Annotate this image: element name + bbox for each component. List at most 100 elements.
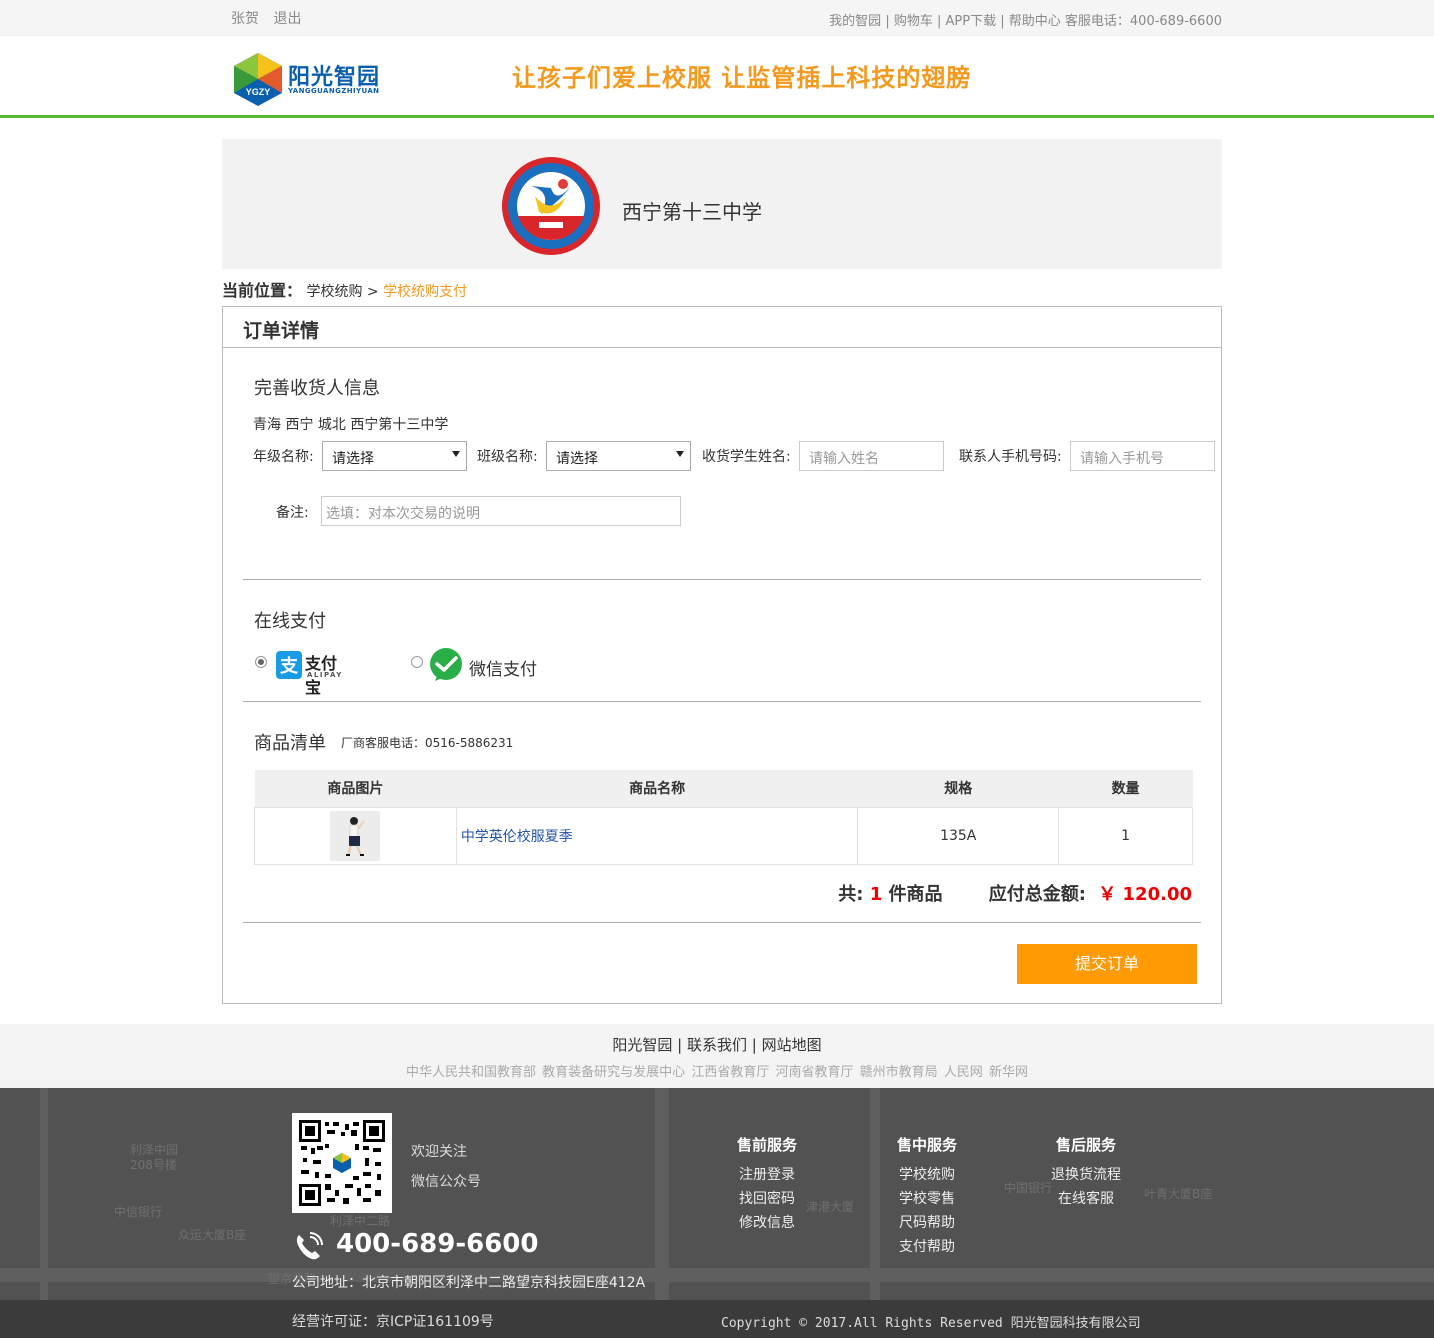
aftersale-link[interactable]: 在线客服 xyxy=(1051,1187,1121,1211)
wechat-pay-icon xyxy=(430,648,462,681)
logout-link[interactable]: 退出 xyxy=(273,11,301,27)
alipay-icon: 支 xyxy=(276,651,302,679)
company-address: 公司地址：北京市朝阳区利泽中二路望京科技园E座412A xyxy=(292,1275,646,1291)
onsale-link[interactable]: 学校统购 xyxy=(897,1163,957,1187)
friend-links: 中华人民共和国教育部 教育装备研究与发展中心 江西省教育厅 河南省教育厅 赣州市… xyxy=(0,1055,1434,1080)
wechat-radio[interactable] xyxy=(411,656,423,668)
col-header-spec: 规格 xyxy=(857,770,1059,807)
aftersale-link[interactable]: 退换货流程 xyxy=(1051,1163,1121,1187)
student-uniform-image xyxy=(330,810,381,861)
map-label: 利泽中二路 xyxy=(330,1214,391,1228)
map-label: 津港大厦 xyxy=(806,1200,855,1214)
map-label: 208号楼 xyxy=(130,1158,177,1172)
total-suffix: 件商品 xyxy=(888,884,943,905)
remark-input[interactable]: 选填：对本次交易的说明 xyxy=(321,496,681,526)
follow-line-2: 微信公众号 xyxy=(411,1174,481,1190)
goods-table: 商品图片 商品名称 规格 数量 中学英伦校服夏季 135A 1 xyxy=(254,770,1193,865)
order-panel: 订单详情 完善收货人信息 青海 西宁 城北 西宁第十三中学 年级名称: 请选择 … xyxy=(222,306,1222,1004)
presale-link[interactable]: 注册登录 xyxy=(737,1163,797,1187)
alipay-subtext: ALIPAY xyxy=(307,671,343,679)
help-center-link[interactable]: 帮助中心 xyxy=(1009,14,1061,29)
school-emblem-icon xyxy=(502,157,600,255)
presale-title: 售前服务 xyxy=(737,1136,798,1154)
icp-license: 经营许可证：京ICP证161109号 xyxy=(292,1314,494,1330)
hotline-text: 客服电话：400-689-6600 xyxy=(1064,14,1222,29)
sitemap-link[interactable]: 网站地图 xyxy=(762,1036,822,1054)
aftersale-column: 售后服务 退换货流程 在线客服 xyxy=(1051,1133,1121,1211)
total-prefix: 共: xyxy=(838,884,864,905)
cart-link[interactable]: 购物车 xyxy=(894,14,933,29)
product-name[interactable]: 中学英伦校服夏季 xyxy=(455,806,859,865)
breadcrumb-parent[interactable]: 学校统购 xyxy=(306,284,362,300)
student-name-input[interactable]: 请输入姓名 xyxy=(799,441,944,471)
top-nav: 我的智园 | 购物车 | APP下载 | 帮助中心 客服电话：400-689-6… xyxy=(829,14,1222,29)
receiver-section-title: 完善收货人信息 xyxy=(254,378,380,399)
user-name[interactable]: 张贺 xyxy=(231,11,259,27)
onsale-link[interactable]: 支付帮助 xyxy=(897,1235,957,1259)
breadcrumb-label: 当前位置： xyxy=(222,281,303,300)
logo-subtext: YANGGUANGZHIYUAN xyxy=(288,87,380,95)
aftersale-title: 售后服务 xyxy=(1055,1136,1116,1154)
remark-label: 备注: xyxy=(276,505,309,521)
col-header-qty: 数量 xyxy=(1058,770,1193,807)
order-title: 订单详情 xyxy=(223,307,1221,348)
top-bar: 张贺 退出 我的智园 | 购物车 | APP下载 | 帮助中心 客服电话：400… xyxy=(0,0,1434,36)
wechat-pay-logo[interactable]: 微信支付 xyxy=(429,648,549,682)
goods-section-title: 商品清单 xyxy=(254,733,326,754)
contact-phone-label: 联系人手机号码: xyxy=(959,449,1062,465)
onsale-link[interactable]: 尺码帮助 xyxy=(897,1211,957,1235)
friend-link[interactable]: 赣州市教育局 xyxy=(860,1065,938,1080)
friend-link[interactable]: 河南省教育厅 xyxy=(775,1065,853,1080)
table-header-row: 商品图片 商品名称 规格 数量 xyxy=(254,770,1193,807)
slogan: 让孩子们爱上校服 让监管插上科技的翅膀 xyxy=(512,64,972,92)
friend-link[interactable]: 新华网 xyxy=(989,1065,1028,1080)
breadcrumb-separator: > xyxy=(366,284,379,300)
map-label: 叶青大厦B座 xyxy=(1144,1187,1213,1201)
friend-link[interactable]: 人民网 xyxy=(944,1065,983,1080)
my-yard-link[interactable]: 我的智园 xyxy=(829,14,881,29)
map-label: 中信银行 xyxy=(114,1205,163,1219)
footer-phone: 400-689-6600 xyxy=(336,1229,539,1259)
app-download-link[interactable]: APP下载 xyxy=(946,14,997,29)
divider xyxy=(243,922,1201,923)
friend-link[interactable]: 江西省教育厅 xyxy=(691,1065,769,1080)
qr-code-icon xyxy=(299,1120,385,1206)
breadcrumb: 当前位置： 学校统购 > 学校统购支付 xyxy=(222,277,467,301)
svg-text:YGZY: YGZY xyxy=(246,87,271,97)
presale-link[interactable]: 找回密码 xyxy=(737,1187,797,1211)
product-thumbnail[interactable] xyxy=(330,810,381,861)
site-logo[interactable]: YGZY 阳光智园 YANGGUANGZHIYUAN xyxy=(232,51,402,107)
col-header-name: 商品名称 xyxy=(456,770,858,807)
footer-links: 阳光智园 | 联系我们 | 网站地图 中华人民共和国教育部 教育装备研究与发展中… xyxy=(0,1024,1434,1088)
friend-link[interactable]: 教育装备研究与发展中心 xyxy=(542,1065,685,1080)
contact-phone-input[interactable]: 请输入手机号 xyxy=(1070,441,1215,471)
table-row: 中学英伦校服夏季 135A 1 xyxy=(254,806,1193,865)
onsale-link[interactable]: 学校零售 xyxy=(897,1187,957,1211)
delivery-address: 青海 西宁 城北 西宁第十三中学 xyxy=(253,417,449,433)
alipay-radio[interactable] xyxy=(255,656,267,668)
logo-mark-icon: YGZY xyxy=(234,53,282,106)
copyright-bar: 经营许可证：京ICP证161109号 Copyright © 2017.All … xyxy=(0,1300,1434,1338)
submit-order-button[interactable]: 提交订单 xyxy=(1017,944,1197,984)
breadcrumb-current: 学校统购支付 xyxy=(383,284,468,300)
home-link[interactable]: 阳光智园 xyxy=(612,1036,672,1054)
grade-select[interactable]: 请选择 xyxy=(322,441,467,471)
site-footer: 利泽中园 208号楼 众运大厦B座 中信银行 望京北路 津港大厦 叶青大厦B座 … xyxy=(0,1088,1434,1338)
map-road xyxy=(0,1268,1434,1282)
map-label: 中国银行 xyxy=(1004,1181,1053,1195)
payment-section-title: 在线支付 xyxy=(254,611,326,632)
chevron-down-icon xyxy=(452,451,460,457)
total-count: 1 xyxy=(869,884,883,905)
main-links: 阳光智园 | 联系我们 | 网站地图 xyxy=(612,1036,822,1054)
order-total: 共: 1 件商品 应付总金额: ￥ 120.00 xyxy=(838,880,1192,906)
friend-link[interactable]: 中华人民共和国教育部 xyxy=(406,1065,536,1080)
alipay-logo[interactable]: 支 支付宝 ALIPAY xyxy=(276,650,352,697)
grade-label: 年级名称: xyxy=(253,449,314,465)
map-label: 众运大厦B座 xyxy=(178,1228,247,1242)
svg-text:支: 支 xyxy=(279,655,299,677)
wechat-qr-code xyxy=(292,1113,392,1213)
contact-link[interactable]: 联系我们 xyxy=(687,1036,747,1054)
class-select[interactable]: 请选择 xyxy=(546,441,691,471)
presale-link[interactable]: 修改信息 xyxy=(737,1211,797,1235)
site-header: YGZY 阳光智园 YANGGUANGZHIYUAN 让孩子们爱上校服 让监管插… xyxy=(0,36,1434,118)
